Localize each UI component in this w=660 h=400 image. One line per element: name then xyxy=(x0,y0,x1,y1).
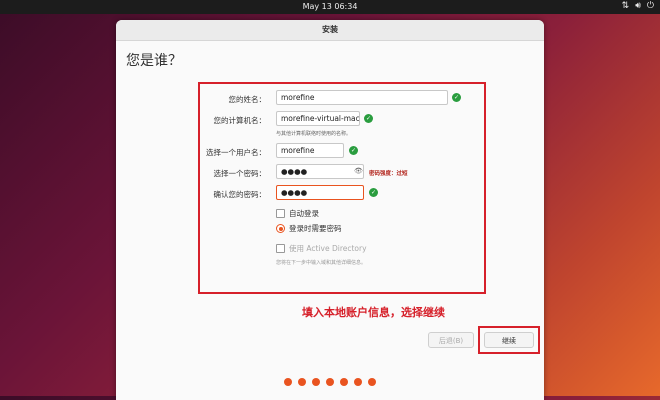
password-label: 选择一个密码： xyxy=(213,169,267,178)
name-valid-icon: ✓ xyxy=(452,93,461,102)
name-field[interactable]: morefine xyxy=(276,90,448,105)
computer-name-field[interactable]: morefine-virtual-machi xyxy=(276,111,360,126)
volume-icon[interactable]: 🔊︎ xyxy=(635,1,641,11)
page-title: 您是谁？ xyxy=(126,53,182,69)
confirm-password-valid-icon: ✓ xyxy=(369,188,378,197)
progress-dot xyxy=(326,378,334,386)
require-password-option[interactable]: 登录时需要密码 xyxy=(276,223,342,234)
clock[interactable]: May 13 06:34 xyxy=(0,2,660,11)
active-directory-checkbox[interactable] xyxy=(276,244,285,253)
progress-dot xyxy=(368,378,376,386)
progress-dot xyxy=(340,378,348,386)
computer-name-hint: 与其他计算机联络时使用的名称。 xyxy=(276,131,352,137)
name-label: 您的姓名： xyxy=(228,95,267,104)
username-valid-icon: ✓ xyxy=(349,146,358,155)
username-label: 选择一个用户名： xyxy=(206,148,266,157)
confirm-password-field[interactable]: ●●●● xyxy=(276,185,364,200)
instruction-annotation: 填入本地账户信息，选择继续 xyxy=(302,306,445,319)
password-strength: 密码强度：过短 xyxy=(369,171,408,177)
back-button[interactable]: 后退(B) xyxy=(428,332,474,348)
progress-dot xyxy=(312,378,320,386)
auto-login-option[interactable]: 自动登录 xyxy=(276,208,319,219)
confirm-password-label: 确认您的密码： xyxy=(213,190,267,199)
active-directory-label: 使用 Active Directory xyxy=(289,244,367,253)
require-password-radio[interactable] xyxy=(276,224,285,233)
computer-name-valid-icon: ✓ xyxy=(364,114,373,123)
progress-dot xyxy=(284,378,292,386)
show-password-icon[interactable]: 👁︎ xyxy=(354,167,363,175)
username-field[interactable]: morefine xyxy=(276,143,344,158)
power-icon[interactable]: ⏻ xyxy=(647,1,654,11)
progress-dots xyxy=(284,378,376,386)
auto-login-label: 自动登录 xyxy=(289,209,319,218)
progress-dot xyxy=(354,378,362,386)
password-field[interactable]: ●●●● xyxy=(276,164,364,179)
window-title: 安装 xyxy=(116,20,544,41)
network-icon[interactable]: ⇅ xyxy=(622,1,630,11)
computer-name-label: 您的计算机名： xyxy=(213,116,267,125)
installer-window: 安装 您是谁？ 您的姓名： morefine ✓ 您的计算机名： morefin… xyxy=(116,20,544,400)
require-password-label: 登录时需要密码 xyxy=(289,224,342,233)
top-bar: May 13 06:34 ⇅ 🔊︎ ⏻ xyxy=(0,0,660,14)
auto-login-checkbox[interactable] xyxy=(276,209,285,218)
continue-button[interactable]: 继续 xyxy=(484,332,534,348)
system-tray[interactable]: ⇅ 🔊︎ ⏻ xyxy=(622,1,654,11)
progress-dot xyxy=(298,378,306,386)
active-directory-option[interactable]: 使用 Active Directory xyxy=(276,243,367,254)
active-directory-hint: 您将在下一步中输入域和其他详细信息。 xyxy=(276,260,367,266)
